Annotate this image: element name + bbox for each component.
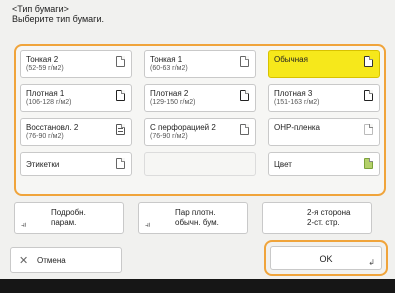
paper-type-plain-button[interactable]: Обычная: [268, 50, 380, 78]
ok-label: OK: [319, 254, 333, 264]
paper-type-prepunched2-button[interactable]: С перфорацией 2 (76-90 г/м2): [144, 118, 256, 146]
paper-type-heavy1-button[interactable]: Плотная 1 (106-128 г/м2): [20, 84, 132, 112]
paper-type-panel: Тонкая 2 (52-59 г/м2) Тонкая 1 (60-63 г/…: [14, 44, 386, 196]
paper-type-thin2-button[interactable]: Тонкая 2 (52-59 г/м2): [20, 50, 132, 78]
paper-icon: [240, 124, 249, 135]
thick-paper-icon: [116, 90, 125, 101]
second-side-label: 2-я сторона 2-ст. стр.: [307, 208, 351, 227]
paper-type-recycled2-button[interactable]: Восстановл. 2 (76-90 г/м2): [20, 118, 132, 146]
paper-icon: [116, 56, 125, 67]
cancel-label: Отмена: [37, 256, 66, 265]
paper-icon: [364, 56, 373, 67]
empty-slot: [144, 152, 256, 176]
screen-title: <Тип бумаги>: [12, 4, 69, 14]
second-side-button[interactable]: 2-я сторона 2-ст. стр.: [262, 202, 372, 234]
paper-icon: [116, 158, 125, 169]
enter-icon: ↲: [368, 258, 375, 267]
details-label: Подробн. парам.: [51, 208, 86, 227]
header: <Тип бумаги> Выберите тип бумаги.: [12, 4, 104, 24]
paper-type-heavy2-button[interactable]: Плотная 2 (129-150 г/м2): [144, 84, 256, 112]
thick-plain-label: Пар плотн. обычн. бум.: [175, 208, 219, 227]
footer-bar: [0, 279, 395, 293]
thick-plain-paper-button[interactable]: Пар плотн. обычн. бум. ⫣: [138, 202, 248, 234]
paper-icon: [240, 56, 249, 67]
thick-paper-icon: [364, 90, 373, 101]
expand-arrow-icon: ⫣: [21, 220, 26, 229]
ok-highlight: OK ↲: [264, 240, 388, 276]
thick-paper-icon: [240, 90, 249, 101]
paper-type-heavy3-button[interactable]: Плотная 3 (151-163 г/м2): [268, 84, 380, 112]
close-icon: ✕: [19, 255, 29, 267]
expand-arrow-icon: ⫣: [145, 220, 150, 229]
color-paper-icon: [364, 158, 373, 169]
ok-button[interactable]: OK ↲: [270, 246, 382, 270]
paper-type-thin1-button[interactable]: Тонкая 1 (60-63 г/м2): [144, 50, 256, 78]
paper-type-labels-button[interactable]: Этикетки: [20, 152, 132, 176]
recycled-paper-icon: [116, 124, 125, 135]
instruction-text: Выберите тип бумаги.: [12, 14, 104, 24]
paper-type-color-button[interactable]: Цвет: [268, 152, 380, 176]
cancel-button[interactable]: ✕ Отмена: [10, 247, 122, 273]
paper-type-transparency-button[interactable]: OHP-пленка: [268, 118, 380, 146]
transparency-icon: [364, 124, 373, 135]
details-button[interactable]: Подробн. парам. ⫣: [14, 202, 124, 234]
